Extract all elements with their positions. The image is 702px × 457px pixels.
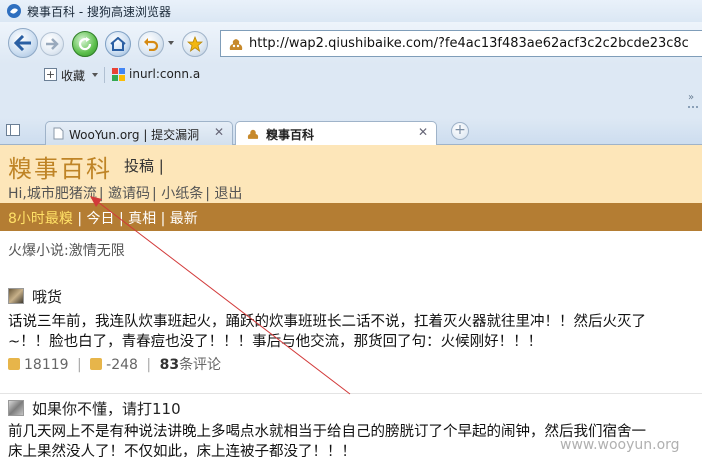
add-bookmark-icon[interactable]: +	[44, 68, 57, 81]
back-button[interactable]	[8, 28, 38, 58]
qiushibaike-favicon-icon	[247, 129, 259, 139]
favorite-button[interactable]	[182, 31, 208, 57]
post-author[interactable]: 哦货	[32, 286, 62, 307]
web-page: 糗事百科 投稿 | Hi,城市肥猪流 | 邀请码 | 小纸条 | 退出 8小时最糗 |…	[0, 145, 702, 457]
post-author[interactable]: 如果你不懂，请打110	[32, 398, 181, 419]
favorites-menu[interactable]: 收藏	[61, 67, 85, 84]
tab-label: WooYun.org | 提交漏洞	[69, 128, 200, 142]
thumbs-up-icon[interactable]	[8, 358, 20, 370]
comment-count[interactable]: 83	[160, 357, 179, 373]
post-content-line: ~！！脸也白了，青春痘也没了！！！事后与他交流，那货回了句：火候刚好！！！	[8, 334, 543, 350]
username-link[interactable]: Hi,城市肥猪流	[8, 186, 97, 202]
site-logo[interactable]: 糗事百科	[8, 149, 112, 184]
tab-label: 糗事百科	[266, 128, 315, 142]
avatar[interactable]	[8, 288, 24, 304]
post-content: 话说三年前，我连队炊事班起火，踊跃的炊事班班长二话不说，扛着灭火器就往里冲！！然…	[8, 312, 702, 352]
address-bar[interactable]: http://wap2.qiushibaike.com/?fe4ac13f483…	[220, 30, 702, 57]
thumbs-down-icon[interactable]	[90, 358, 103, 370]
post-item: 如果你不懂，请打110 前几天网上不是有种说法讲晚上多喝点水就相当于给自己的膀胱…	[0, 393, 702, 457]
google-icon	[112, 68, 125, 81]
undo-dropdown-caret-icon[interactable]	[168, 41, 174, 45]
up-votes: 18119	[24, 357, 69, 373]
url-text: http://wap2.qiushibaike.com/?fe4ac13f483…	[249, 36, 689, 51]
down-votes: -248	[106, 357, 138, 373]
toolbar-overflow-chevron-icon[interactable]: »	[688, 92, 694, 103]
submit-post-link[interactable]: 投稿 |	[124, 155, 164, 176]
home-button[interactable]	[105, 31, 131, 57]
sidebar-toggle-icon[interactable]	[6, 124, 20, 136]
star-icon	[187, 36, 203, 52]
nav-today[interactable]: 今日	[87, 211, 115, 227]
bookmark-divider	[104, 67, 105, 83]
page-icon	[53, 127, 64, 140]
favorites-dropdown-caret-icon[interactable]	[92, 73, 98, 77]
post-stats: 18119 | -248 | 83条评论	[8, 354, 221, 374]
forward-button[interactable]	[40, 32, 64, 56]
refresh-icon	[78, 37, 92, 51]
window-title: 糗事百科 - 搜狗高速浏览器	[27, 5, 171, 19]
tab-bar: WooYun.org | 提交漏洞 ✕ 糗事百科 ✕	[0, 118, 702, 146]
qiushibaike-favicon-icon	[229, 39, 243, 50]
undo-close-tab-button[interactable]	[138, 31, 164, 57]
promo-link[interactable]: 火爆小说:激情无限	[8, 240, 125, 260]
bookmark-bar: + 收藏 inurl:conn.a	[0, 64, 702, 86]
toolbar-blank-area	[0, 86, 702, 118]
post-content-line: 话说三年前，我连队炊事班起火，踊跃的炊事班班长二话不说，扛着灭火器就往里冲！！然…	[8, 314, 646, 330]
category-nav: 8小时最糗 | 今日 | 真相 | 最新	[0, 203, 702, 231]
watermark: www.wooyun.org	[560, 437, 680, 453]
window-titlebar: 糗事百科 - 搜狗高速浏览器	[0, 0, 702, 22]
new-tab-button[interactable]	[451, 122, 469, 140]
messages-link[interactable]: 小纸条	[161, 186, 203, 202]
site-header: 糗事百科 投稿 | Hi,城市肥猪流 | 邀请码 | 小纸条 | 退出	[0, 145, 702, 203]
bookmark-link[interactable]: inurl:conn.a	[129, 67, 200, 81]
tab-qiushibaike[interactable]: 糗事百科 ✕	[235, 121, 437, 146]
nav-latest[interactable]: 最新	[170, 211, 198, 227]
user-links: Hi,城市肥猪流 | 邀请码 | 小纸条 | 退出	[8, 186, 243, 202]
close-tab-icon[interactable]: ✕	[418, 125, 428, 139]
forward-arrow-icon	[46, 38, 59, 50]
refresh-button[interactable]	[72, 31, 98, 57]
back-arrow-icon	[14, 35, 31, 51]
undo-icon	[144, 38, 159, 51]
toolbar-grip-icon	[688, 106, 698, 108]
invite-code-link[interactable]: 邀请码	[108, 186, 150, 202]
nav-truth[interactable]: 真相	[128, 211, 156, 227]
close-tab-icon[interactable]: ✕	[214, 125, 224, 139]
comment-suffix[interactable]: 条评论	[179, 357, 221, 373]
logout-link[interactable]: 退出	[214, 186, 242, 202]
home-icon	[110, 37, 126, 51]
sogou-browser-icon	[7, 4, 21, 18]
tab-wooyun[interactable]: WooYun.org | 提交漏洞 ✕	[45, 121, 233, 145]
avatar[interactable]	[8, 400, 24, 416]
nav-8-hours[interactable]: 8小时最糗	[8, 211, 73, 227]
